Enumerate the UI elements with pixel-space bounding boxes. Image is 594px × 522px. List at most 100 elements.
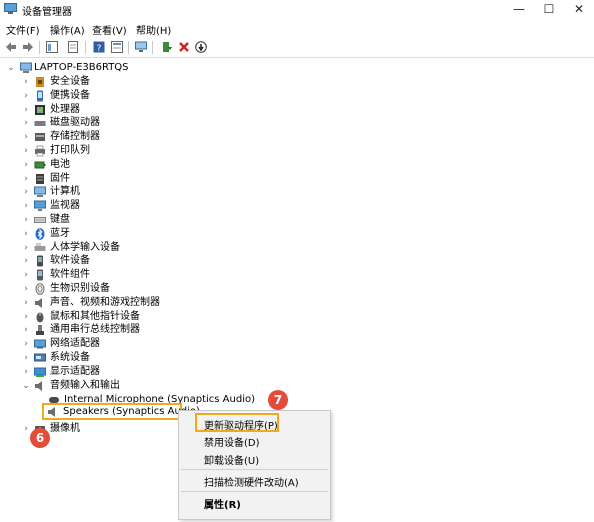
portable-device-icon [37, 90, 43, 102]
chevron-right-icon[interactable]: › [22, 283, 30, 295]
tree-category-item[interactable]: › 监视器 [0, 199, 300, 213]
software-device-icon [37, 255, 43, 267]
forward-arrow-icon[interactable] [21, 40, 35, 54]
tree-category-item[interactable]: › 显示适配器 [0, 365, 300, 379]
chevron-right-icon[interactable]: › [22, 366, 30, 378]
tree-category-item[interactable]: › 便携设备 [0, 89, 300, 103]
category-label: 磁盘驱动器 [50, 117, 100, 129]
tree-category-item[interactable]: › 固件 [0, 172, 300, 186]
chevron-right-icon[interactable]: › [22, 159, 30, 171]
audio-label: 音频输入和输出 [50, 380, 120, 391]
back-arrow-icon[interactable] [4, 40, 18, 54]
tree-category-item[interactable]: › 声音、视频和游戏控制器 [0, 296, 300, 310]
menu-action[interactable]: 操作(A) [50, 22, 85, 37]
chevron-right-icon[interactable]: › [22, 324, 30, 336]
chevron-right-icon[interactable]: › [22, 423, 30, 435]
tree-category-item[interactable]: › 软件设备 [0, 254, 300, 268]
menu-scan-hardware[interactable]: 扫描检测硬件改动(A) [204, 474, 299, 489]
window-title: 设备管理器 [22, 7, 72, 18]
category-label: 网络适配器 [50, 338, 100, 350]
tree-category-audio[interactable]: ⌄ 音频输入和输出 [0, 379, 300, 393]
chevron-right-icon[interactable]: › [22, 131, 30, 143]
tree-category-item[interactable]: › 计算机 [0, 185, 300, 199]
chevron-right-icon[interactable]: › [22, 76, 30, 88]
category-label: 存储控制器 [50, 131, 100, 143]
tree-category-item[interactable]: › 蓝牙 [0, 227, 300, 241]
selected-speakers-item[interactable]: Speakers (Synaptics Audio) [42, 403, 200, 420]
menu-help[interactable]: 帮助(H) [136, 22, 171, 37]
tree-root[interactable]: ⌄ LAPTOP-E3B6RTQS [0, 61, 300, 75]
tree-category-item[interactable]: › 人体学输入设备 [0, 241, 300, 255]
menu-uninstall-device[interactable]: 卸载设备(U) [204, 452, 259, 467]
menu-file[interactable]: 文件(F) [6, 22, 40, 37]
step-badge-7: 7 [268, 390, 288, 410]
properties-sheet-icon[interactable] [66, 40, 80, 54]
category-label: 生物识别设备 [50, 283, 110, 294]
chevron-right-icon[interactable]: › [22, 297, 30, 309]
computer-icon [34, 186, 46, 198]
title-bar: 设备管理器 — ☐ ✕ [0, 0, 594, 18]
tree-category-item[interactable]: › 电池 [0, 158, 300, 172]
chevron-right-icon[interactable]: › [22, 104, 30, 116]
tree-category-camera[interactable]: › 摄像机 [0, 422, 178, 436]
tree-category-item[interactable]: › 处理器 [0, 103, 300, 117]
category-label: 监视器 [50, 200, 80, 212]
tree-category-item[interactable]: › 打印队列 [0, 144, 300, 158]
minimize-button[interactable]: — [504, 0, 534, 18]
chevron-right-icon[interactable]: › [22, 255, 30, 267]
chevron-right-icon[interactable]: › [22, 117, 30, 129]
tree-category-item[interactable]: › 键盘 [0, 213, 300, 227]
menu-view[interactable]: 查看(V) [92, 22, 127, 37]
category-label: 人体学输入设备 [50, 241, 120, 253]
close-button[interactable]: ✕ [564, 0, 594, 18]
computer-root-icon [20, 62, 32, 73]
maximize-button[interactable]: ☐ [534, 0, 564, 18]
sound-icon [35, 297, 42, 308]
chevron-right-icon[interactable]: › [22, 200, 30, 212]
tree-category-item[interactable]: › 网络适配器 [0, 337, 300, 351]
show-hide-tree-icon[interactable] [45, 40, 59, 54]
category-label: 键盘 [50, 214, 70, 225]
chevron-right-icon[interactable]: › [22, 242, 30, 254]
device-manager-icon [4, 3, 17, 14]
chevron-right-icon[interactable]: › [22, 311, 30, 323]
view-list-icon[interactable] [110, 40, 124, 54]
tree-category-item[interactable]: › 系统设备 [0, 351, 300, 365]
chevron-right-icon[interactable]: › [22, 214, 30, 226]
scan-hardware-icon[interactable] [134, 40, 148, 54]
tree-category-item[interactable]: › 安全设备 [0, 75, 300, 89]
toolbar-separator [152, 41, 153, 54]
chevron-right-icon[interactable]: › [22, 338, 30, 350]
menu-properties[interactable]: 属性(R) [204, 496, 241, 511]
hid-icon [34, 242, 46, 251]
tree-category-item[interactable]: › 磁盘驱动器 [0, 116, 300, 130]
category-label: 固件 [50, 172, 70, 184]
keyboard-icon [34, 217, 46, 223]
toolbar-separator [128, 41, 129, 54]
chevron-right-icon[interactable]: › [22, 90, 30, 102]
usb-icon [36, 325, 44, 336]
toolbar-separator [39, 41, 40, 54]
chevron-right-icon[interactable]: › [22, 145, 30, 157]
tree-category-item[interactable]: › 软件组件 [0, 268, 300, 282]
tree-category-item[interactable]: › 存储控制器 [0, 130, 300, 144]
storage-controller-icon [35, 133, 45, 142]
chevron-down-icon[interactable]: ⌄ [7, 62, 15, 74]
chevron-right-icon[interactable]: › [22, 186, 30, 198]
menu-disable-device[interactable]: 禁用设备(D) [204, 434, 260, 449]
uninstall-x-icon[interactable] [177, 40, 191, 54]
tree-category-item[interactable]: › 通用串行总线控制器 [0, 323, 300, 337]
help-icon[interactable]: ? [92, 40, 106, 54]
chevron-right-icon[interactable]: › [22, 173, 30, 185]
chevron-down-icon[interactable]: ⌄ [22, 380, 30, 392]
tree-category-item[interactable]: › 生物识别设备 [0, 282, 300, 296]
chevron-right-icon[interactable]: › [22, 228, 30, 240]
category-label: 计算机 [50, 186, 80, 198]
category-label: 蓝牙 [50, 227, 70, 239]
tree-category-item[interactable]: › 鼠标和其他指针设备 [0, 310, 300, 324]
update-driver-icon[interactable] [160, 40, 174, 54]
disable-device-icon[interactable] [194, 40, 208, 54]
toolbar: ? [0, 37, 594, 58]
chevron-right-icon[interactable]: › [22, 352, 30, 364]
chevron-right-icon[interactable]: › [22, 269, 30, 281]
